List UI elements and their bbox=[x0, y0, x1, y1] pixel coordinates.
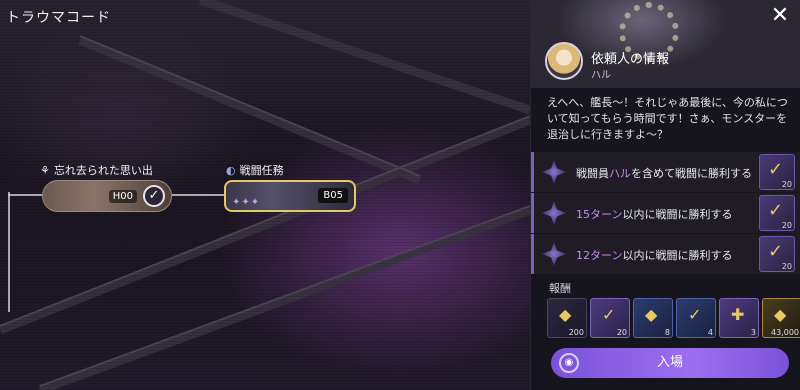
stage-code: H00 bbox=[108, 190, 137, 203]
star-badge-icon bbox=[542, 160, 566, 184]
close-icon[interactable]: ✕ bbox=[769, 5, 791, 28]
map-area: トラウマコード ⚘ 忘れ去られた思い出 H00 ✓ ◐ 戦闘任務 ✦✦✦ B05 bbox=[0, 0, 530, 390]
reward-item[interactable]: ✓ 20 bbox=[590, 298, 630, 338]
mission-reward[interactable]: ✓ 20 bbox=[759, 236, 795, 272]
item-icon: ✓ bbox=[688, 305, 702, 324]
rewards-label: 報酬 bbox=[549, 282, 571, 295]
cleared-check-icon: ✓ bbox=[143, 185, 165, 207]
reward-item[interactable]: ✚ 3 bbox=[719, 298, 759, 338]
screen-title: トラウマコード bbox=[6, 10, 111, 26]
check-icon: ✓ bbox=[602, 305, 616, 324]
item-icon: ◆ bbox=[645, 305, 658, 324]
reward-item[interactable]: ◆ 8 bbox=[633, 298, 673, 338]
check-icon: ✓ bbox=[768, 200, 784, 221]
item-icon: ◆ bbox=[559, 305, 572, 324]
reward-item[interactable]: ✓ 4 bbox=[676, 298, 716, 338]
stage-node-h00[interactable]: H00 ✓ bbox=[42, 180, 172, 212]
mission-reward[interactable]: ✓ 20 bbox=[759, 154, 795, 190]
mission-item: 戦闘員ハルを含めて戦闘に勝利する ✓ 20 bbox=[531, 152, 800, 192]
stage-node-b05[interactable]: ✦✦✦ B05 bbox=[224, 180, 356, 212]
emblem-icon: ◉ bbox=[559, 353, 579, 373]
stage-stars: ✦✦✦ bbox=[232, 197, 261, 208]
avatar bbox=[545, 42, 583, 80]
check-icon: ✓ bbox=[768, 159, 784, 180]
reward-list: ◆ 200 ✓ 20 ◆ 8 ✓ 4 ✚ 3 ◆ 43,000 bbox=[547, 298, 800, 340]
mission-item: 12ターン以内に戦闘に勝利する ✓ 20 bbox=[531, 234, 800, 274]
battle-mission-label: ◐ 戦闘任務 bbox=[226, 163, 284, 178]
reward-item[interactable]: ◆ 43,000 bbox=[762, 298, 800, 338]
memory-icon: ⚘ bbox=[40, 163, 50, 177]
stage-code: B05 bbox=[318, 188, 348, 203]
client-info-panel: ✕ 依頼人の情報 ハル えへへ、艦長〜！それじゃあ最後に、今の私について知っても… bbox=[530, 0, 800, 390]
check-icon: ✓ bbox=[768, 241, 784, 262]
mission-list: 戦闘員ハルを含めて戦闘に勝利する ✓ 20 15ターン以内に戦闘に勝利する ✓ … bbox=[531, 152, 800, 275]
panel-header: ✕ 依頼人の情報 ハル bbox=[531, 0, 800, 88]
client-info-title: 依頼人の情報 bbox=[591, 52, 670, 67]
enter-button[interactable]: ◉ 入場 bbox=[551, 348, 789, 378]
client-name: ハル bbox=[591, 70, 611, 81]
gold-coin-icon: ◆ bbox=[774, 305, 787, 324]
mission-reward[interactable]: ✓ 20 bbox=[759, 195, 795, 231]
battle-icon: ◐ bbox=[226, 163, 236, 177]
route-line bbox=[8, 194, 42, 196]
client-dialogue: えへへ、艦長〜！それじゃあ最後に、今の私について知ってもらう時間です！さぁ、モン… bbox=[547, 96, 788, 141]
item-icon: ✚ bbox=[731, 305, 745, 324]
forgotten-memory-label: ⚘ 忘れ去られた思い出 bbox=[40, 163, 153, 178]
reward-item[interactable]: ◆ 200 bbox=[547, 298, 587, 338]
star-badge-icon bbox=[542, 242, 566, 266]
route-line bbox=[172, 194, 224, 196]
route-line bbox=[8, 192, 10, 312]
mission-item: 15ターン以内に戦闘に勝利する ✓ 20 bbox=[531, 193, 800, 233]
star-badge-icon bbox=[542, 201, 566, 225]
